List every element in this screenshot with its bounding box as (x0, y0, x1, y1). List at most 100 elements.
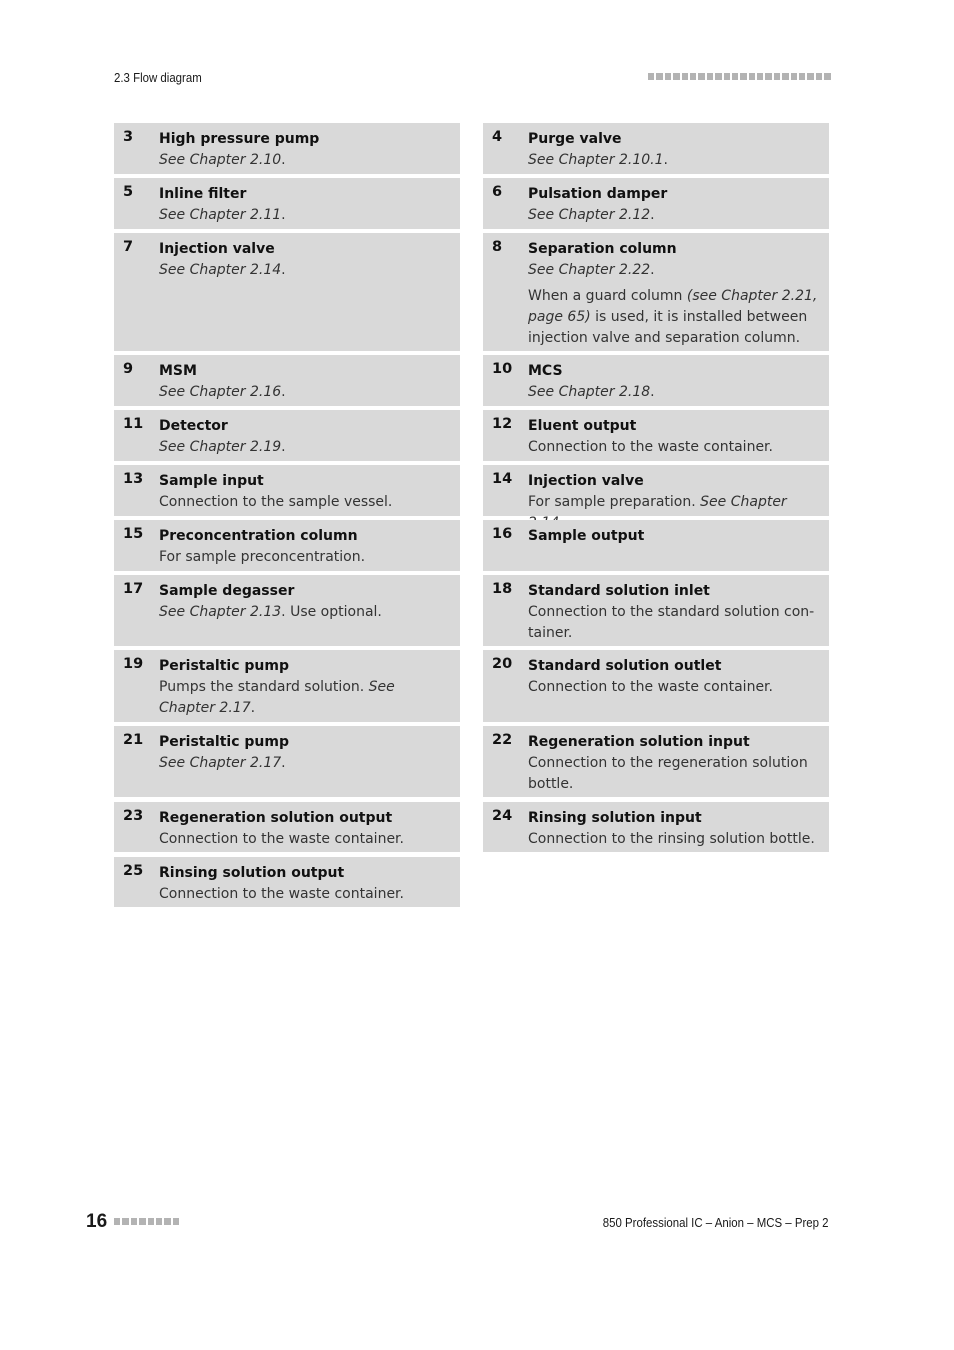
legend-item-3: 3 High pressure pump See Chapter 2.10. (114, 123, 460, 174)
item-title: Regeneration solution input (528, 734, 750, 750)
document-title: 850 Professional IC – Anion – MCS – Prep… (603, 1215, 829, 1230)
item-title: Injection valve (528, 473, 644, 489)
item-number: 25 (123, 863, 144, 879)
item-body: Preconcentration column For sample precon… (159, 526, 452, 568)
decoration-square (139, 1218, 146, 1225)
item-description: See Chapter 2.13. Use optional. (159, 604, 382, 620)
item-number: 3 (123, 129, 134, 145)
item-title: High pressure pump (159, 131, 320, 147)
item-title: Separation column (528, 241, 677, 257)
item-title: Standard solution inlet (528, 583, 710, 599)
item-body: Rinsing solution input Connection to the … (528, 808, 821, 850)
item-title: Injection valve (159, 241, 275, 257)
item-number: 22 (492, 732, 513, 748)
item-body: MSM See Chapter 2.16. (159, 361, 452, 403)
legend-item-12: 12 Eluent output Connection to the waste c… (483, 410, 829, 461)
item-description: For sample preconcentration. (159, 549, 366, 565)
item-title: Rinsing solution output (159, 865, 345, 881)
decoration-square (122, 1218, 129, 1225)
decoration-square (656, 73, 663, 80)
item-number: 21 (123, 732, 144, 748)
item-title: Standard solution outlet (528, 658, 722, 674)
decoration-square (715, 73, 722, 80)
item-title: Sample output (528, 528, 645, 544)
decoration-square (698, 73, 705, 80)
item-number: 4 (492, 129, 503, 145)
item-number: 17 (123, 581, 144, 597)
item-title: Peristaltic pump (159, 734, 289, 750)
decoration-square (790, 73, 798, 80)
item-body: Sample input Connection to the sample ves… (159, 471, 452, 513)
item-number: 7 (123, 239, 134, 255)
item-title: MSM (159, 363, 197, 379)
decoration-square (164, 1218, 171, 1225)
item-description: See Chapter 2.18. (528, 384, 655, 400)
legend-item-18: 18 Standard solution inlet Connection to t… (483, 575, 829, 646)
item-description: See Chapter 2.19. (159, 439, 286, 455)
item-description: See Chapter 2.14. (159, 262, 286, 278)
decoration-square (723, 73, 730, 80)
item-body: Rinsing solution output Connection to the… (159, 863, 452, 905)
item-description: Connection to the regeneration solution … (528, 755, 808, 792)
item-title: Regeneration solution output (159, 810, 393, 826)
decoration-square (130, 1218, 138, 1225)
legend-item-24: 24 Rinsing solution input Connection to th… (483, 802, 829, 852)
item-body: Regeneration solution input Connection to… (528, 732, 821, 795)
legend-item-13: 13 Sample input Connection to the sample v… (114, 465, 460, 516)
decoration-square (757, 73, 764, 80)
item-description: Connection to the standard solution con-… (528, 604, 815, 641)
legend-item-8: 8 Separation column See Chapter 2.22. When … (483, 233, 829, 351)
legend-item-16: 16 Sample output (483, 520, 829, 571)
item-body: Sample output (528, 526, 821, 547)
item-number: 15 (123, 526, 144, 542)
item-number: 18 (492, 581, 513, 597)
item-number: 14 (492, 471, 513, 487)
item-body: Peristaltic pump Pumps the standard solut… (159, 656, 452, 719)
item-number: 12 (492, 416, 513, 432)
item-body: Sample degasser See Chapter 2.13. Use opt… (159, 581, 452, 623)
legend-item-14: 14 Injection valve For sample preparation.… (483, 465, 829, 531)
item-description: See Chapter 2.10.1. (528, 152, 668, 168)
item-body: Regeneration solution output Connection t… (159, 808, 452, 850)
item-body: Injection valve See Chapter 2.14. (159, 239, 452, 281)
legend-item-22: 22 Regeneration solution input Connection … (483, 726, 829, 797)
item-title: Sample input (159, 473, 264, 489)
legend-item-15: 15 Preconcentration column For sample prec… (114, 520, 460, 571)
item-body: Standard solution outlet Connection to th… (528, 656, 821, 698)
item-description: See Chapter 2.12. (528, 207, 655, 223)
item-body: MCS See Chapter 2.18. (528, 361, 821, 403)
section-header: 2.3 Flow diagram (114, 70, 202, 85)
legend-item-5: 5 Inline filter See Chapter 2.11. (114, 178, 460, 229)
decoration-square (782, 73, 789, 80)
legend-item-17: 17 Sample degasser See Chapter 2.13. Use o… (114, 575, 460, 646)
footer-decoration (114, 1218, 180, 1225)
item-title: Pulsation damper (528, 186, 668, 202)
decoration-square (748, 73, 756, 80)
item-description: Connection to the waste container. (159, 886, 404, 902)
item-description: Connection to the waste container. (528, 439, 773, 455)
legend-item-11: 11 Detector See Chapter 2.19. (114, 410, 460, 461)
item-title: Sample degasser (159, 583, 295, 599)
decoration-square (765, 73, 772, 80)
legend-item-4: 4 Purge valve See Chapter 2.10.1. (483, 123, 829, 174)
decoration-square (114, 1218, 121, 1225)
item-body: Inline filter See Chapter 2.11. (159, 184, 452, 226)
item-title: Purge valve (528, 131, 622, 147)
legend-item-9: 9 MSM See Chapter 2.16. (114, 355, 460, 406)
item-number: 16 (492, 526, 513, 542)
legend-item-25: 25 Rinsing solution output Connection to t… (114, 857, 460, 907)
item-number: 5 (123, 184, 134, 200)
page-number: 16 (86, 1211, 108, 1232)
item-description: See Chapter 2.22. (528, 262, 655, 278)
decoration-square (147, 1218, 154, 1225)
item-description: Connection to the sample vessel. (159, 494, 393, 510)
item-number: 23 (123, 808, 144, 824)
item-number: 10 (492, 361, 513, 377)
item-body: Standard solution inlet Connection to the… (528, 581, 821, 644)
decoration-square (689, 73, 697, 80)
item-description: See Chapter 2.11. (159, 207, 286, 223)
decoration-square (773, 73, 781, 80)
item-title: Rinsing solution input (528, 810, 702, 826)
item-number: 20 (492, 656, 513, 672)
item-title: Preconcentration column (159, 528, 358, 544)
